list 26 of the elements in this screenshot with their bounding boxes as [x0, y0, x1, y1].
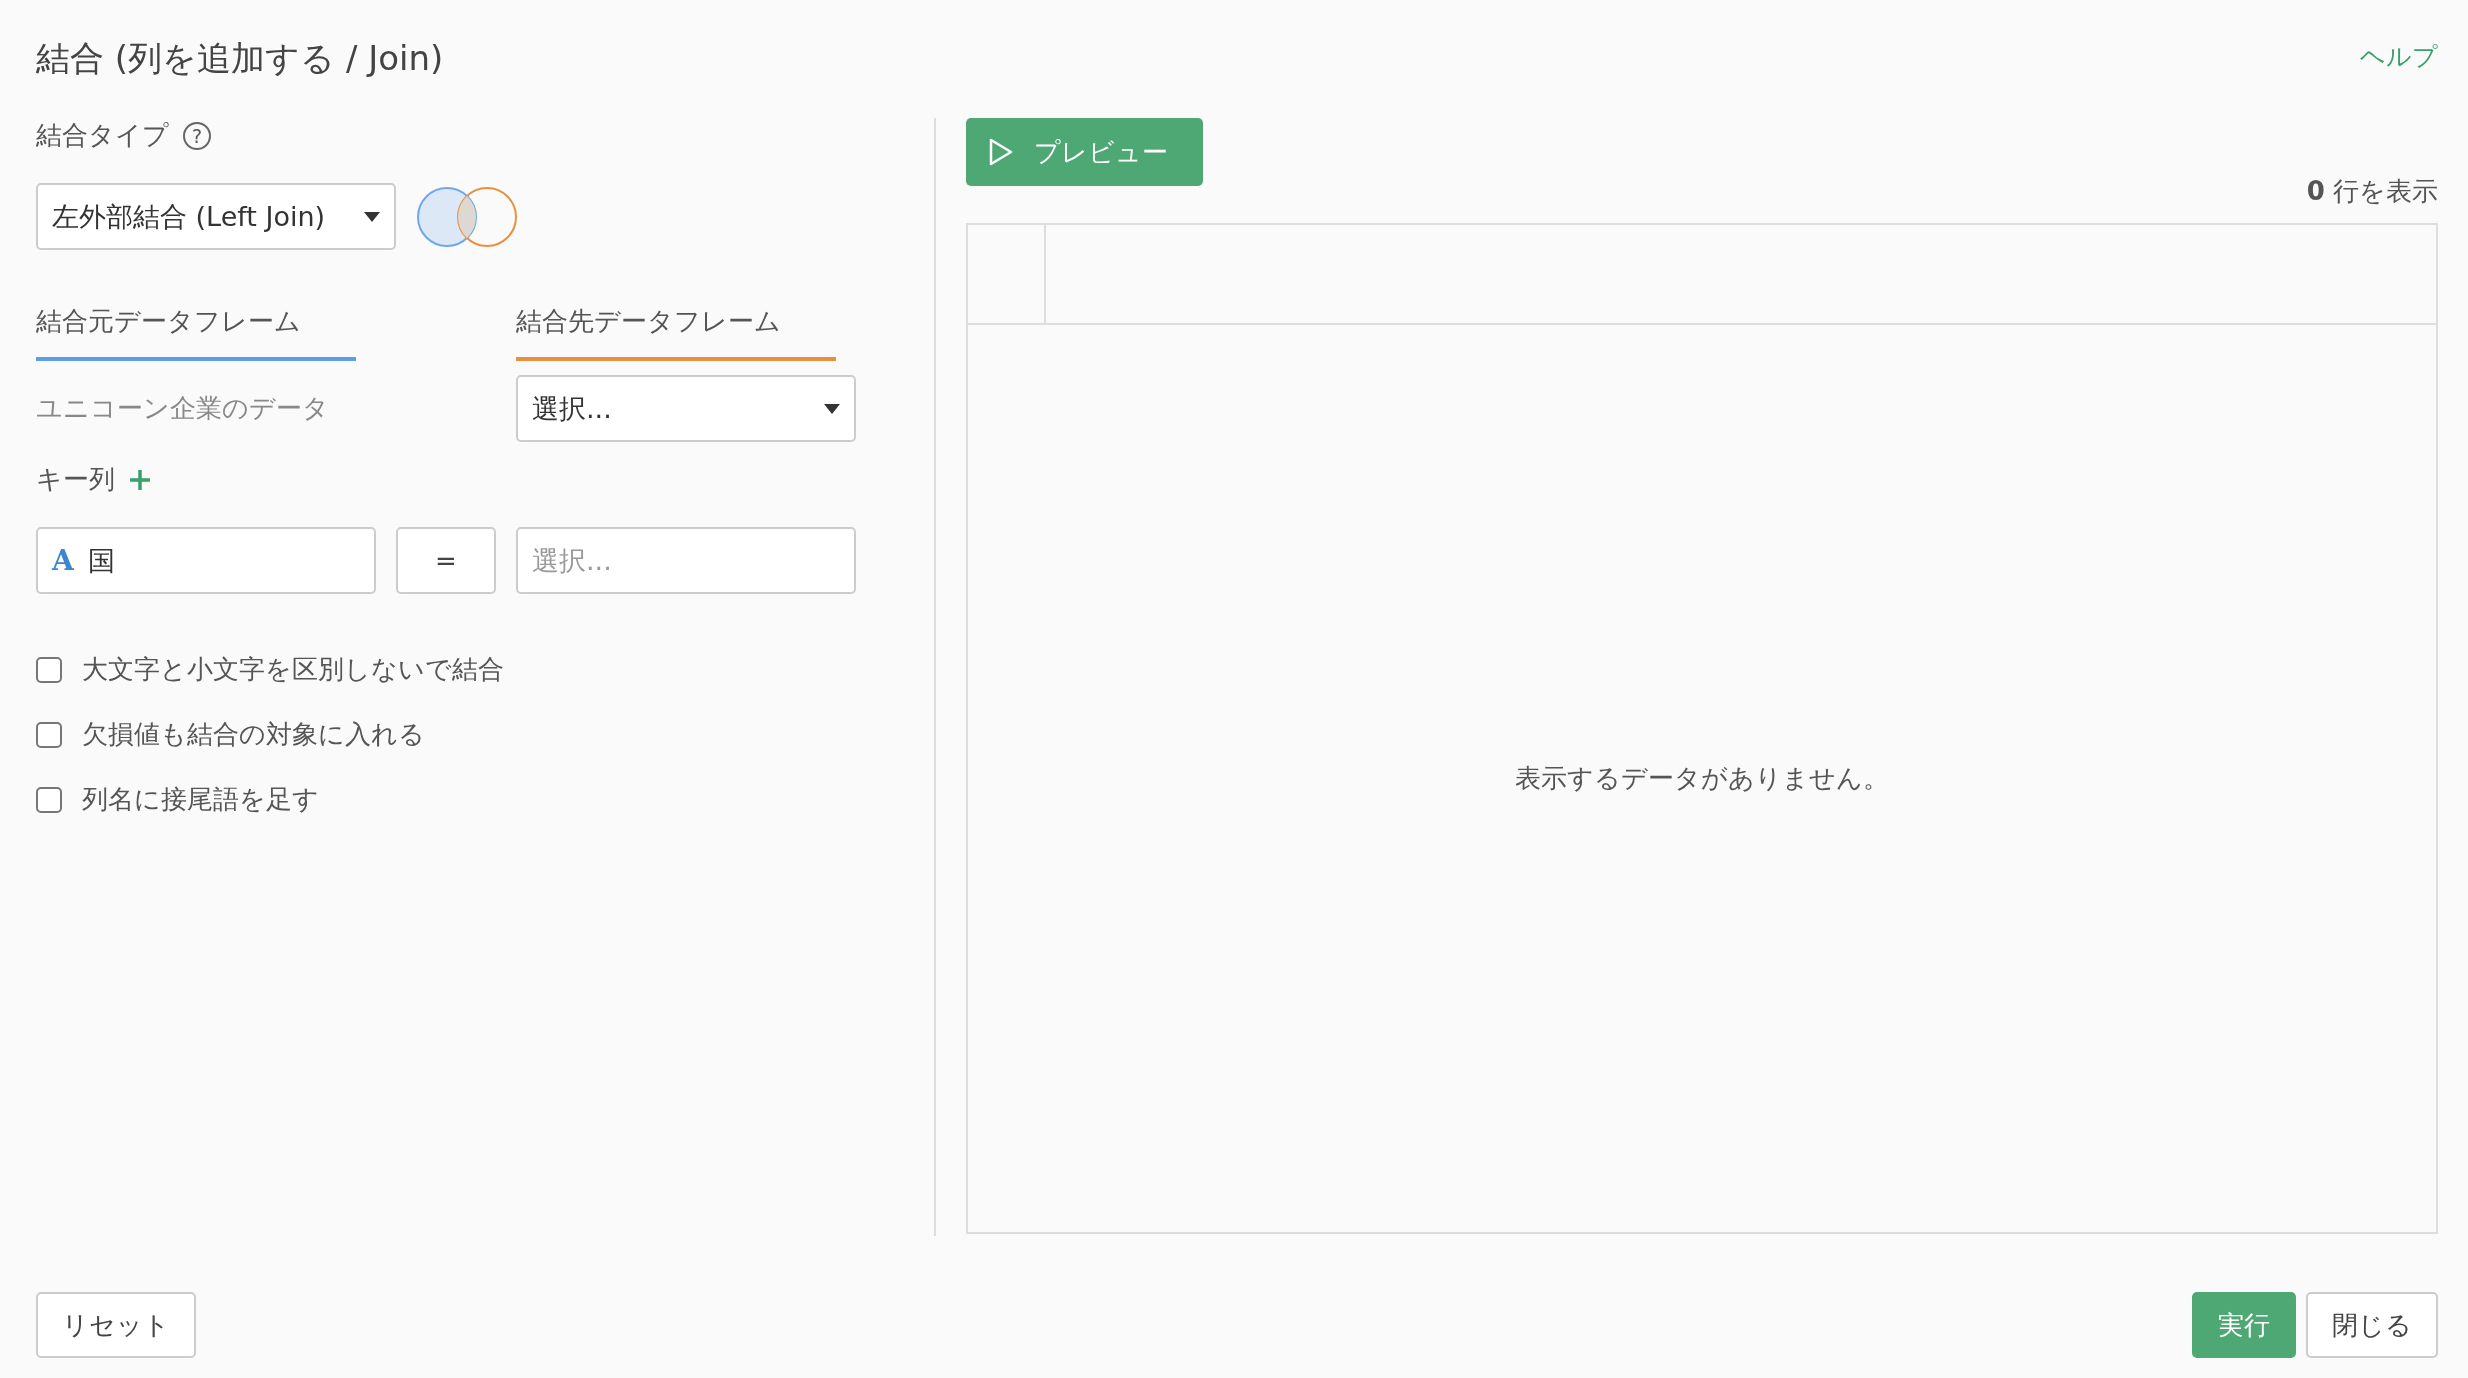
key-column-field[interactable]: A 国: [36, 527, 376, 594]
caret-icon: [364, 211, 380, 222]
venn-diagram-icon: [416, 185, 518, 248]
source-dataframe-name: ユニコーン企業のデータ: [36, 392, 330, 425]
play-icon: [988, 137, 1014, 167]
close-button[interactable]: 閉じる: [2306, 1292, 2438, 1358]
checkbox-label: 欠損値も結合の対象に入れる: [82, 718, 425, 751]
target-dataframe-dropdown[interactable]: 選択...: [516, 375, 856, 442]
reset-button[interactable]: リセット: [36, 1292, 196, 1358]
row-count: 0 行を表示: [2306, 176, 2438, 206]
dataframe-heading: 結合元データフレーム: [36, 304, 356, 361]
checkbox[interactable]: [36, 721, 62, 748]
operator-field[interactable]: =: [396, 527, 496, 594]
join-type-dropdown[interactable]: 左外部結合 (Left Join): [36, 183, 396, 250]
checkbox[interactable]: [36, 786, 62, 813]
join-type-label: 結合タイプ: [36, 119, 169, 152]
dialog-title: 結合 (列を追加する / Join): [36, 37, 444, 80]
dataframe-heading: 結合先データフレーム: [516, 304, 836, 361]
checkbox[interactable]: [36, 656, 62, 683]
key-columns-label: キー列: [36, 463, 115, 496]
caret-icon: [824, 403, 840, 414]
add-icon[interactable]: [129, 468, 151, 491]
empty-message: 表示するデータがありません。: [1515, 762, 1889, 795]
checkbox-label: 列名に接尾語を足す: [82, 783, 319, 816]
checkbox-label: 大文字と小文字を区別しないで結合: [82, 653, 504, 686]
help-icon[interactable]: ?: [183, 121, 211, 150]
